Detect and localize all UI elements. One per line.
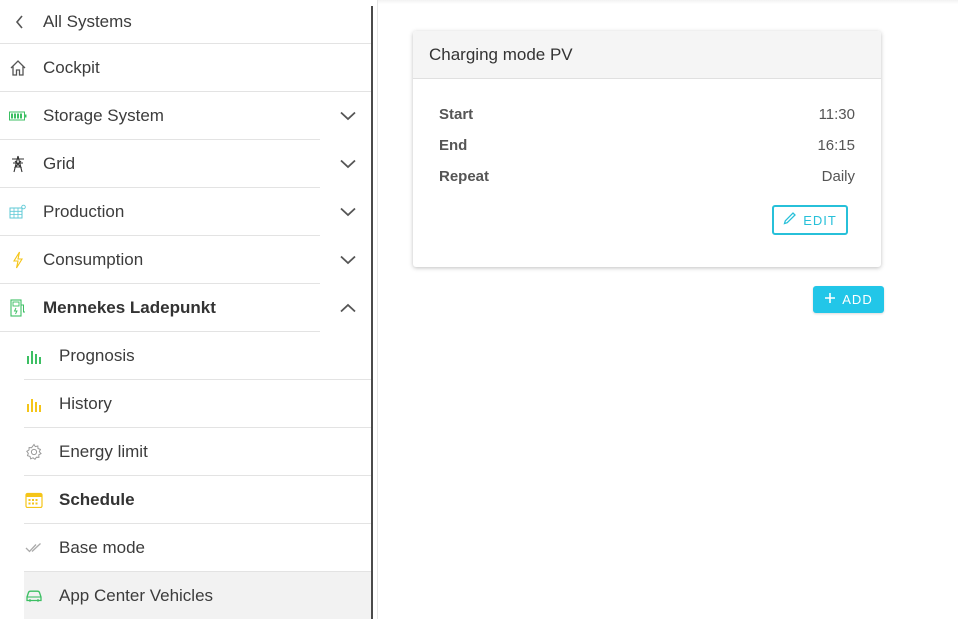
- gear-icon: [24, 442, 44, 462]
- car-icon: [24, 586, 44, 606]
- schedule-row-start: Start 11:30: [439, 104, 855, 124]
- sidebar-item-label: Consumption: [43, 250, 144, 269]
- sidebar-item-label: Storage System: [43, 106, 164, 125]
- sidebar-item-label: Mennekes Ladepunkt: [43, 298, 216, 317]
- sidebar-divider: [371, 6, 373, 619]
- power-pylon-icon: [8, 154, 28, 174]
- sidebar: All Systems Cockpit Storage System Grid: [0, 0, 378, 619]
- edit-button[interactable]: EDIT: [772, 205, 848, 235]
- lightning-icon: [8, 250, 28, 270]
- sidebar-item-production[interactable]: Production: [0, 188, 372, 236]
- row-value: Daily: [821, 167, 855, 185]
- chevron-down-icon[interactable]: [338, 106, 358, 126]
- sidebar-subitem-energy-limit[interactable]: Energy limit: [0, 428, 372, 476]
- sidebar-subitem-history[interactable]: History: [0, 380, 372, 428]
- sidebar-item-mennekes-ladepunkt[interactable]: Mennekes Ladepunkt: [0, 284, 372, 332]
- sidebar-subitem-label: Energy limit: [59, 442, 148, 461]
- edit-button-label: EDIT: [803, 212, 837, 228]
- sidebar-item-cockpit[interactable]: Cockpit: [0, 44, 372, 92]
- row-key: Start: [439, 105, 474, 123]
- calendar-icon: [24, 490, 44, 510]
- sidebar-item-storage-system[interactable]: Storage System: [0, 92, 372, 140]
- sidebar-item-label: Cockpit: [43, 58, 100, 77]
- sidebar-item-grid[interactable]: Grid: [0, 140, 372, 188]
- charging-station-icon: [8, 298, 28, 318]
- sidebar-subitem-base-mode[interactable]: Base mode: [0, 524, 372, 572]
- chevron-down-icon[interactable]: [338, 202, 358, 222]
- chevron-up-icon[interactable]: [338, 298, 358, 318]
- add-button[interactable]: ADD: [813, 286, 884, 313]
- sidebar-subitem-label: History: [59, 394, 112, 413]
- schedule-row-end: End 16:15: [439, 135, 855, 155]
- row-key: Repeat: [439, 167, 490, 185]
- chevron-down-icon[interactable]: [338, 250, 358, 270]
- chevron-left-icon: [10, 12, 30, 32]
- schedule-card: Charging mode PV Start 11:30 End 16:15 R…: [413, 31, 881, 267]
- card-title: Charging mode PV: [429, 44, 573, 64]
- row-value: 16:15: [817, 136, 855, 154]
- add-button-label: ADD: [842, 292, 873, 307]
- plus-icon: [824, 291, 836, 309]
- battery-icon: [8, 106, 28, 126]
- sidebar-subitem-schedule[interactable]: Schedule: [0, 476, 372, 524]
- sidebar-subitem-label: App Center Vehicles: [59, 585, 214, 605]
- row-key: End: [439, 136, 468, 154]
- sidebar-subitem-label: Schedule: [59, 490, 135, 509]
- sidebar-subitem-app-center-vehicles[interactable]: App Center Vehicles: [0, 572, 372, 619]
- history-chart-icon: [24, 394, 44, 414]
- bar-chart-icon: [24, 346, 44, 366]
- sidebar-item-label: Grid: [43, 154, 76, 173]
- double-check-icon: [24, 538, 44, 558]
- main-content: Charging mode PV Start 11:30 End 16:15 R…: [378, 0, 958, 619]
- schedule-row-repeat: Repeat Daily: [439, 166, 855, 186]
- row-value: 11:30: [818, 105, 855, 123]
- sidebar-subitem-label: Base mode: [59, 538, 145, 557]
- sidebar-subitem-prognosis[interactable]: Prognosis: [0, 332, 372, 380]
- pencil-icon: [783, 211, 797, 230]
- sidebar-item-consumption[interactable]: Consumption: [0, 236, 372, 284]
- sidebar-subitem-label: Prognosis: [59, 346, 135, 365]
- back-to-all-systems[interactable]: All Systems: [0, 0, 372, 44]
- chevron-down-icon[interactable]: [338, 154, 358, 174]
- home-icon: [8, 58, 28, 78]
- back-label: All Systems: [43, 12, 132, 31]
- card-header: Charging mode PV: [413, 31, 881, 79]
- sidebar-item-label: Production: [43, 202, 125, 221]
- solar-panel-icon: [8, 202, 28, 222]
